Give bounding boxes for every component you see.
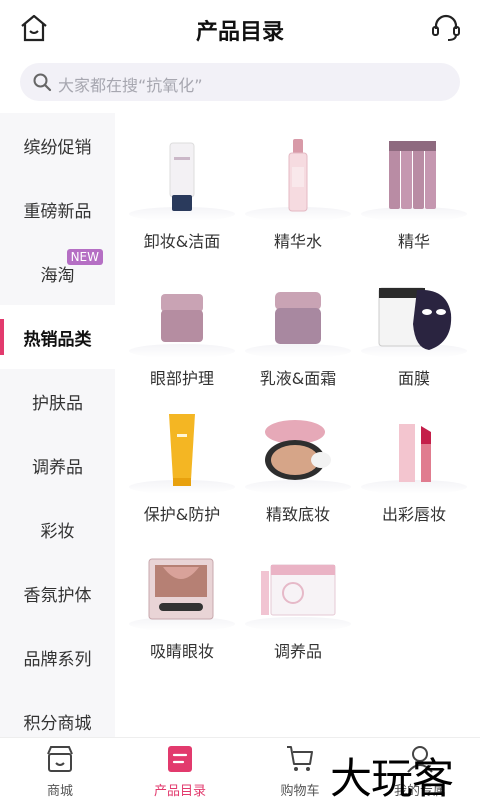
nav-catalog[interactable]: 产品目录 [120,744,240,799]
watermark-text: 大玩客 [330,754,454,800]
sidebar-item-label: 积分商城 [23,713,92,734]
eyeshadow-palette-image [148,558,214,620]
catalog-icon [168,746,192,772]
search-bar[interactable]: 大家都在搜“抗氧化” [20,63,460,101]
sidebar-item-label: 缤纷促销 [23,137,92,158]
sidebar-item-fragrance[interactable]: 香氛护体 [0,561,115,625]
sidebar-item-skincare[interactable]: 护肤品 [0,369,115,433]
sidebar-item-makeup[interactable]: 彩妆 [0,497,115,561]
lipstick-image [399,424,431,482]
product-label: 卸妆&洁面 [143,232,221,251]
product-lotion-cream[interactable]: 乳液&面霜 [239,256,357,392]
product-label: 出彩唇妆 [381,505,446,524]
nav-label: 商城 [46,784,73,799]
search-placeholder: 大家都在搜“抗氧化” [58,76,203,95]
product-eye-care[interactable]: 眼部护理 [123,256,241,392]
cream-jar-image [275,292,321,344]
product-sunscreen[interactable]: 保护&防护 [123,392,241,528]
category-sidebar: 缤纷促销 重磅新品 海淘 NEW 热销品类 护肤品 调养品 彩妆 香氛护体 品牌… [0,113,115,737]
sidebar-item-brand-series[interactable]: 品牌系列 [0,625,115,689]
sunscreen-tube-image [169,414,195,486]
product-label: 面膜 [397,369,430,388]
product-label: 调养品 [273,642,322,661]
headset-icon[interactable] [430,12,462,44]
eye-cream-jar-image [161,294,203,342]
page-title: 产品目录 [195,20,284,45]
sidebar-item-overseas[interactable]: 海淘 NEW [0,241,115,305]
product-label: 精华水 [273,232,322,251]
sidebar-item-label: 品牌系列 [23,649,92,670]
supplement-box-image [261,564,336,616]
product-cleanser[interactable]: 卸妆&洁面 [123,119,241,255]
product-mask[interactable]: 面膜 [355,256,473,392]
sidebar-item-label: 彩妆 [40,521,75,542]
app-header: 产品目录 [0,0,480,58]
sidebar-item-label: 重磅新品 [23,201,92,222]
product-serum[interactable]: 精华 [355,119,473,255]
sidebar-item-label: 调养品 [32,457,83,478]
product-lipstick[interactable]: 出彩唇妆 [355,392,473,528]
sidebar-item-hot-categories[interactable]: 热销品类 [0,305,115,369]
search-icon [33,73,52,92]
new-badge: NEW [66,249,103,265]
sidebar-item-label: 热销品类 [23,329,92,350]
face-mask-image [378,287,452,350]
serum-vials-image [389,141,436,209]
cushion-compact-image [265,420,331,480]
product-grid: 卸妆&洁面 精华水 精华 眼部护理 乳液&面霜 面膜 保护&防护 精致底妆 出彩… [115,113,480,737]
product-label: 精华 [397,232,430,251]
nav-label: 产品目录 [153,784,206,799]
product-label: 眼部护理 [149,369,214,388]
product-label: 乳液&面霜 [259,369,337,388]
sidebar-item-points-mall[interactable]: 积分商城 [0,689,115,737]
product-supplements[interactable]: 调养品 [239,529,357,665]
product-essence-water[interactable]: 精华水 [239,119,357,255]
store-icon [47,746,73,772]
sidebar-item-promotion[interactable]: 缤纷促销 [0,113,115,177]
sidebar-item-new-products[interactable]: 重磅新品 [0,177,115,241]
cart-icon [287,746,313,771]
product-label: 吸睛眼妆 [149,642,214,661]
product-label: 保护&防护 [143,505,221,524]
sidebar-item-label: 香氛护体 [23,585,92,606]
cleanser-tube-image [169,142,195,211]
sidebar-item-supplements[interactable]: 调养品 [0,433,115,497]
nav-mall[interactable]: 商城 [0,744,120,799]
sidebar-item-label: 护肤品 [32,393,83,414]
product-label: 精致底妆 [265,505,330,524]
essence-bottle-image [288,139,308,212]
product-eye-makeup[interactable]: 吸睛眼妆 [123,529,241,665]
product-foundation[interactable]: 精致底妆 [239,392,357,528]
